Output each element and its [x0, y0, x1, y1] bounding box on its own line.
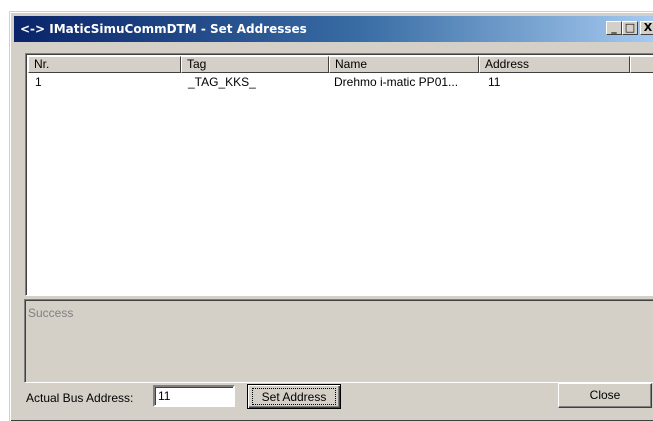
- column-header-filler: [630, 56, 653, 73]
- status-message: Success: [28, 306, 74, 320]
- close-icon: X: [643, 21, 653, 34]
- window-controls: _ □ X: [606, 21, 653, 37]
- column-header-name[interactable]: Name: [329, 56, 479, 73]
- close-window-button[interactable]: X: [640, 21, 653, 35]
- minimize-icon: _: [611, 21, 617, 34]
- close-button[interactable]: Close: [558, 383, 652, 408]
- column-header-address[interactable]: Address: [479, 56, 630, 73]
- minimize-button[interactable]: _: [606, 21, 622, 35]
- list-header: Nr. Tag Name Address: [28, 56, 653, 73]
- addresses-list[interactable]: Nr. Tag Name Address 1 _TAG_KKS_ Drehmo …: [25, 53, 653, 296]
- row-nr: 1: [35, 75, 42, 89]
- column-header-nr[interactable]: Nr.: [28, 56, 181, 73]
- set-address-button[interactable]: Set Address: [247, 384, 341, 409]
- row-address: 11: [488, 75, 501, 89]
- maximize-icon: □: [624, 21, 636, 34]
- bus-address-input[interactable]: [153, 385, 235, 407]
- row-name: Drehmo i-matic PP01...: [334, 75, 459, 89]
- title-bar[interactable]: <-> IMaticSimuCommDTM - Set Addresses _ …: [14, 16, 653, 42]
- bus-address-label: Actual Bus Address:: [26, 391, 134, 405]
- set-addresses-window: <-> IMaticSimuCommDTM - Set Addresses _ …: [9, 11, 653, 421]
- status-output: Success: [24, 299, 653, 383]
- window-title: <-> IMaticSimuCommDTM - Set Addresses: [20, 22, 307, 36]
- column-header-tag[interactable]: Tag: [181, 56, 329, 73]
- maximize-button[interactable]: □: [622, 21, 638, 35]
- set-address-label: Set Address: [252, 388, 336, 405]
- row-tag: _TAG_KKS_: [188, 75, 256, 89]
